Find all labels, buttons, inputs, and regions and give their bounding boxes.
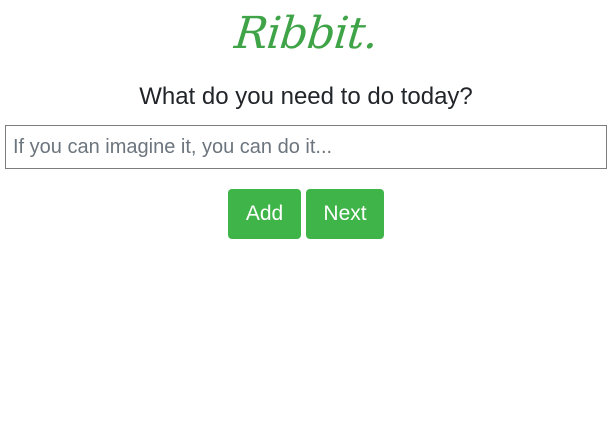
task-input[interactable] xyxy=(5,125,607,169)
next-button[interactable]: Next xyxy=(306,189,384,239)
page-prompt: What do you need to do today? xyxy=(139,83,473,110)
add-button[interactable]: Add xyxy=(228,189,301,239)
app-container: Ribbit. What do you need to do today? Ad… xyxy=(0,0,612,430)
ribbit-logo: Ribbit. xyxy=(232,8,380,59)
